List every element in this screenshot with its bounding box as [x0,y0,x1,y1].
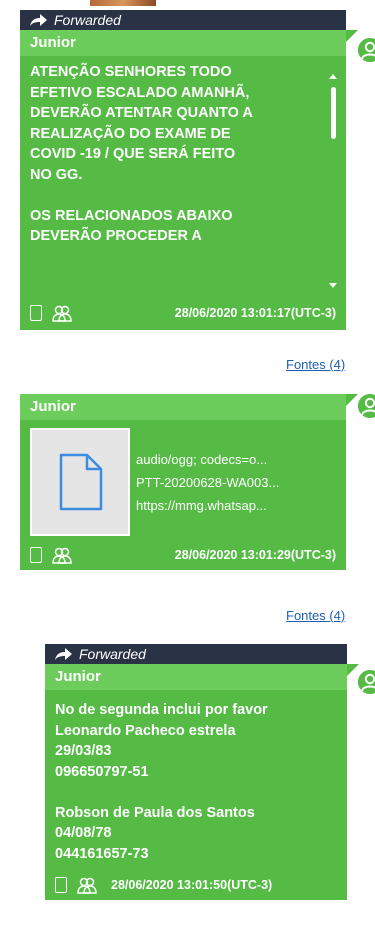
message-text: ATENÇÃO SENHORES TODO EFETIVO ESCALADO A… [30,64,253,244]
attachment-mime: audio/ogg; codecs=o... [136,451,268,467]
message-timestamp: 28/06/2020 13:01:29(UTC-3) [174,548,336,562]
forwarded-bar: Forwarded [20,10,346,30]
sources-link[interactable]: Fontes (4) [286,357,345,372]
sender-name: Junior [20,30,346,56]
attachment-url[interactable]: https://mmg.whatsap... [136,498,279,513]
top-image-strip [90,0,156,6]
group-icon [52,547,72,564]
sender-name: Junior [45,664,347,690]
forwarded-label: Forwarded [79,646,146,662]
message-bubble-2: Junior audio/ogg; codecs=o... PTT-202006… [20,394,358,570]
audio-attachment[interactable]: audio/ogg; codecs=o... PTT-20200628-WA00… [20,420,346,540]
group-icon [52,305,72,322]
phone-icon [30,547,42,563]
forward-arrow-icon [55,648,72,660]
sources-link[interactable]: Fontes (4) [286,608,345,623]
message-footer: 28/06/2020 13:01:17(UTC-3) [20,296,346,330]
forward-arrow-icon [30,14,47,26]
message-text: No de segunda inclui por favor Leonardo … [55,702,268,862]
scroll-down-arrow-icon[interactable] [329,283,337,288]
sender-avatar-icon [358,670,375,694]
forwarded-label: Forwarded [54,12,121,28]
sender-avatar-icon [358,38,375,62]
forwarded-bar: Forwarded [45,644,347,664]
message-timestamp: 28/06/2020 13:01:17(UTC-3) [174,306,336,320]
message-timestamp: 28/06/2020 13:01:50(UTC-3) [111,878,273,892]
attachment-details: audio/ogg; codecs=o... PTT-20200628-WA00… [136,428,279,536]
phone-icon [55,877,67,893]
sender-avatar-icon [358,394,375,418]
sender-name: Junior [20,394,346,420]
message-scrollbar[interactable] [328,74,338,296]
message-body: Junior No de segunda inclui por favor Le… [45,664,359,900]
message-footer: 28/06/2020 13:01:29(UTC-3) [20,540,346,570]
message-body: Junior audio/ogg; codecs=o... PTT-202006… [20,394,358,570]
file-icon [59,453,103,511]
phone-icon [30,305,42,321]
message-body: Junior ATENÇÃO SENHORES TODO EFETIVO ESC… [20,30,358,330]
message-bubble-1: Forwarded Junior ATENÇÃO SENHORES TODO E… [20,10,358,330]
file-thumbnail[interactable] [30,428,130,536]
group-icon [77,877,97,894]
scroll-thumb[interactable] [330,87,336,139]
attachment-filename: PTT-20200628-WA003... [136,474,280,490]
message-bubble-3: Forwarded Junior No de segunda inclui po… [45,644,359,900]
scroll-up-arrow-icon[interactable] [329,74,337,79]
message-footer: 28/06/2020 13:01:50(UTC-3) [45,870,347,900]
